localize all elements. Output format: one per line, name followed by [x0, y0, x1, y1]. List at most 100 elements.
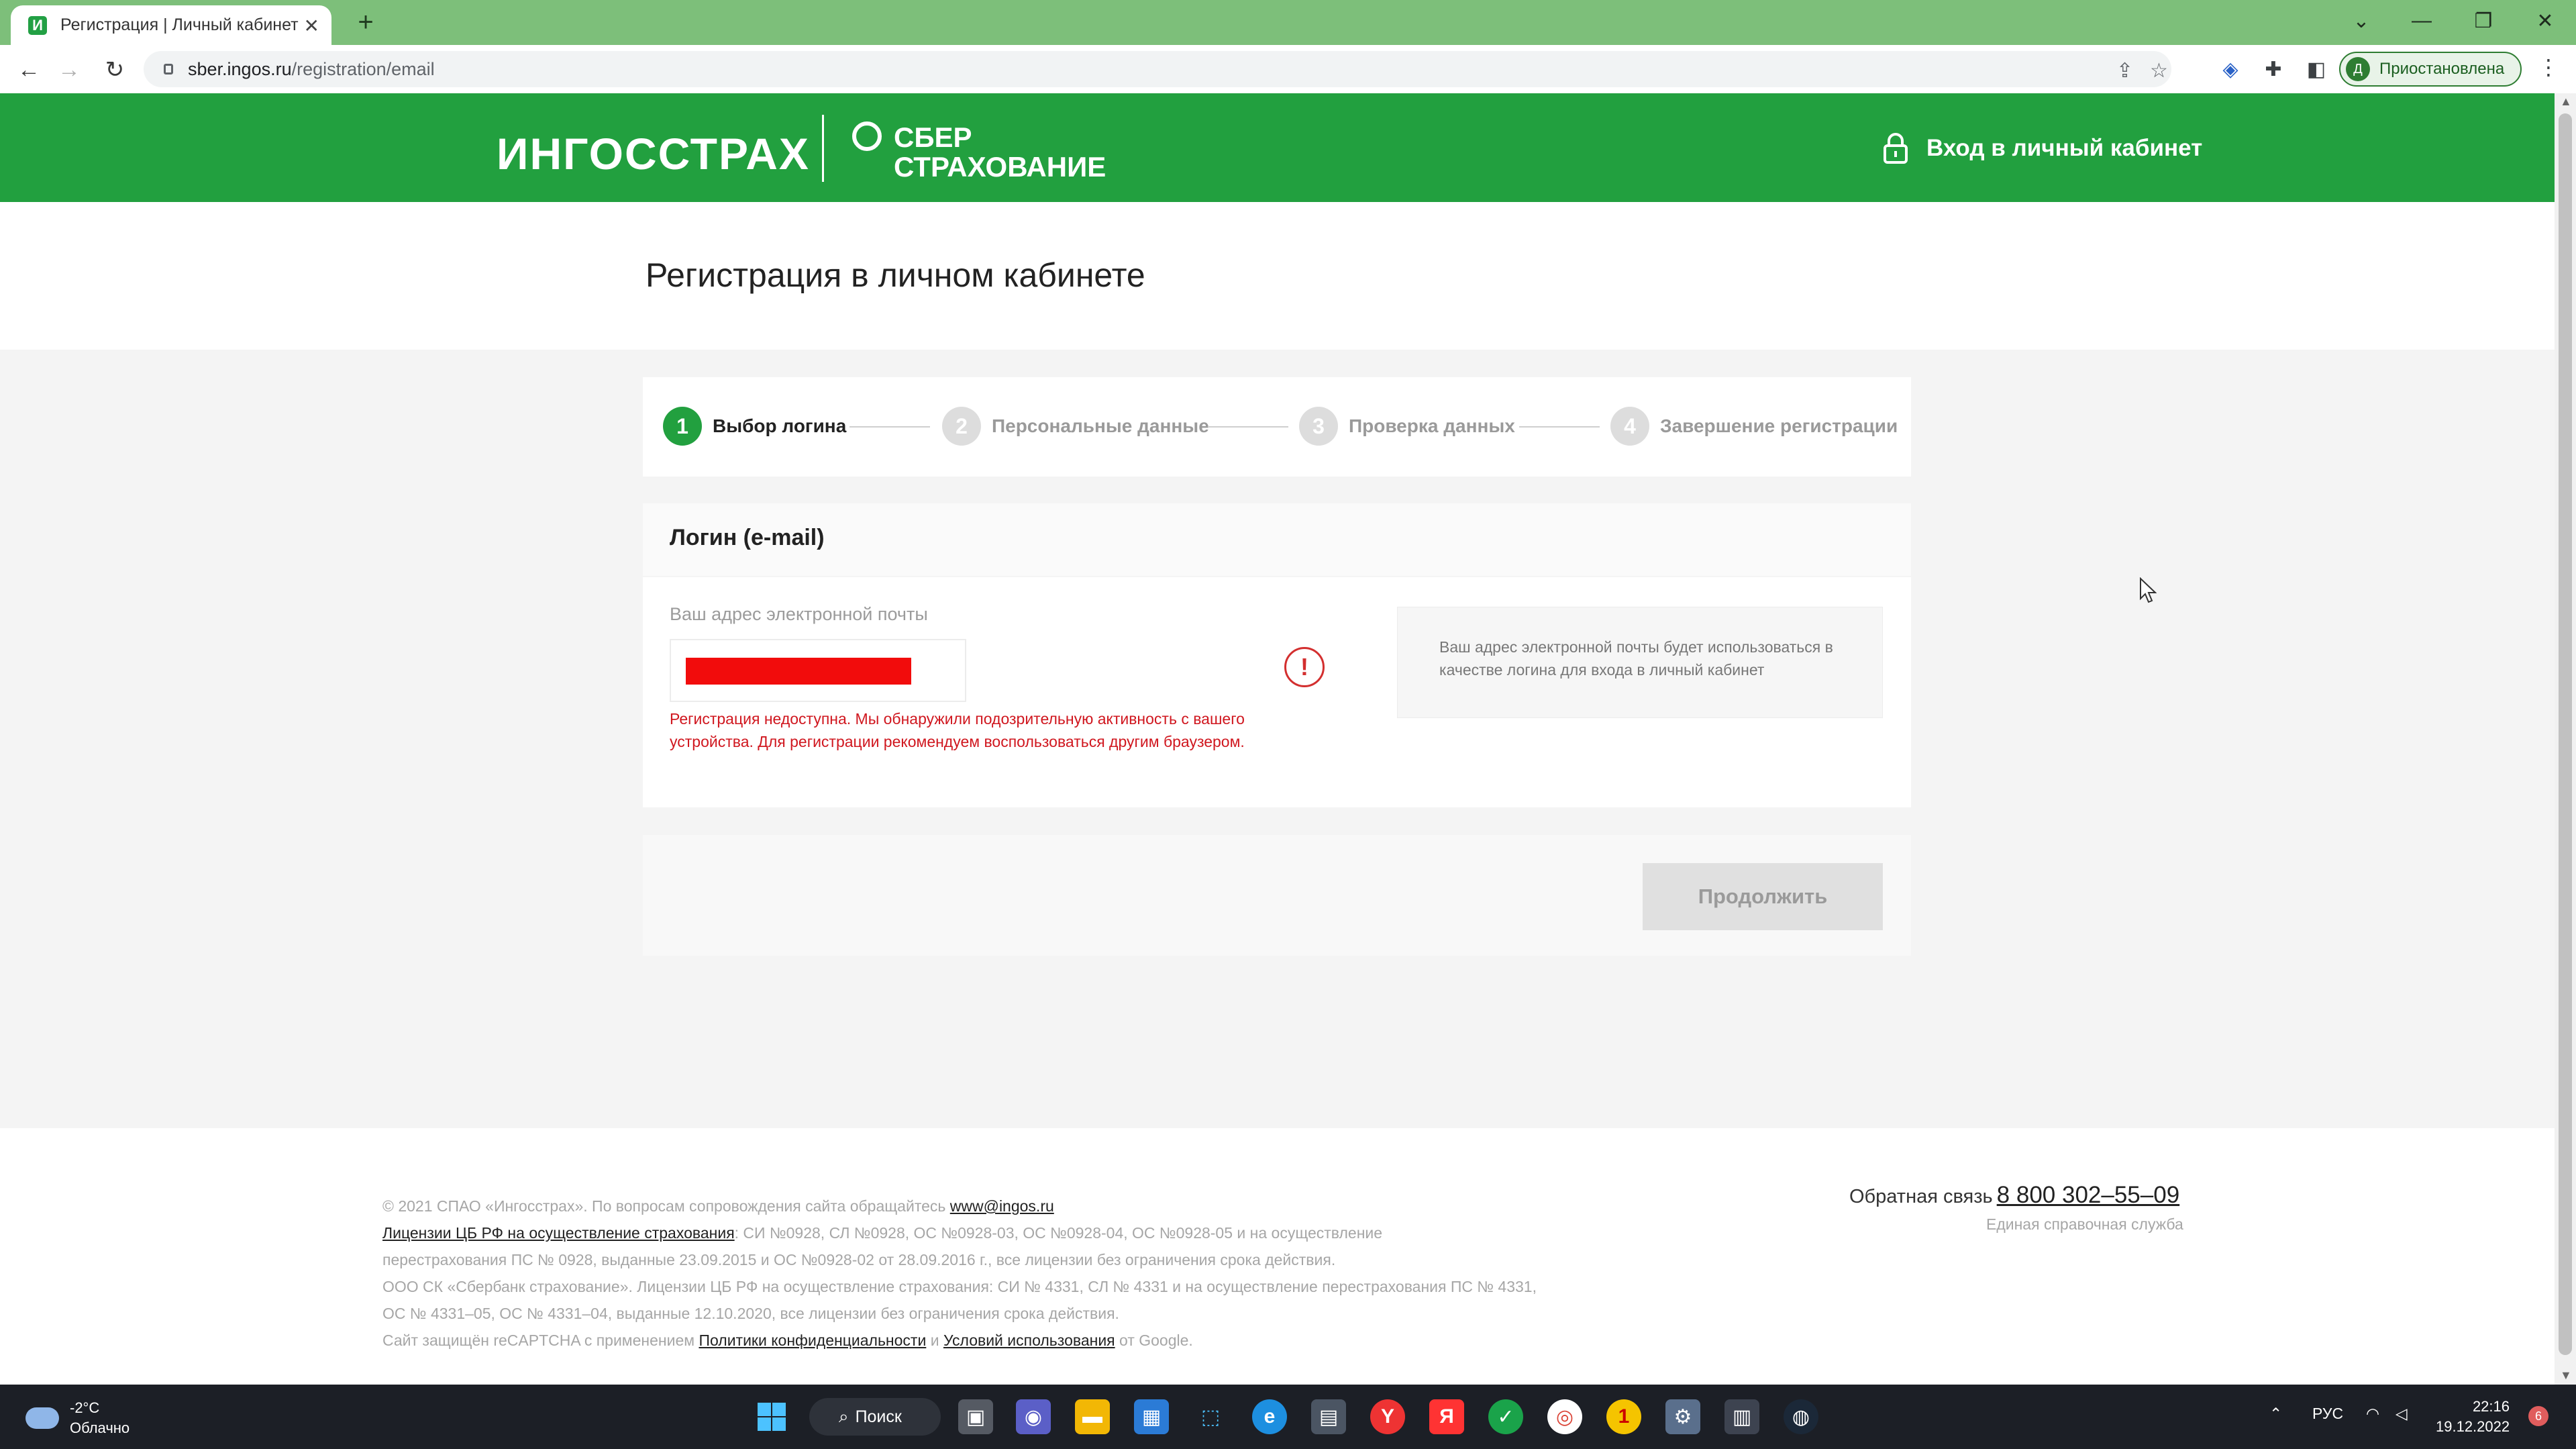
scroll-down-arrow-icon[interactable]: ▼ [2560, 1368, 2572, 1383]
step-1: 1 Выбор логина [663, 407, 846, 446]
restore-icon[interactable]: ❐ [2460, 4, 2507, 38]
extension-icon[interactable]: ◈ [2217, 56, 2244, 83]
email-field-label: Ваш адрес электронной почты [670, 604, 928, 624]
step-number: 4 [1610, 407, 1649, 446]
calendar-app-icon[interactable]: ▥ [1724, 1399, 1759, 1434]
microsoft-store-icon[interactable]: ▦ [1134, 1399, 1169, 1434]
step-label: Выбор логина [713, 415, 847, 436]
privacy-policy-link[interactable]: Политики конфиденциальности [699, 1332, 926, 1349]
login-link[interactable]: Вход в личный кабинет [1882, 132, 2202, 164]
profile-status: Приостановлена [2379, 60, 2505, 78]
redacted-email-value [686, 658, 911, 685]
sber-check-icon [852, 121, 882, 151]
title-band: Регистрация в личном кабинете [0, 202, 2555, 350]
phone-caption: Единая справочная служба [1986, 1215, 2183, 1233]
scroll-up-arrow-icon[interactable]: ▲ [2560, 95, 2572, 109]
taskbar-search[interactable]: ⌕ Поиск [809, 1398, 941, 1436]
windows-taskbar: -2°C Облачно ⌕ Поиск ▣ ◉ ▬ ▦ ⬚ e ▤ Y Я ✓… [0, 1385, 2576, 1449]
edge-browser-icon[interactable]: e [1252, 1399, 1287, 1434]
step-connector [1208, 426, 1288, 428]
step-connector [1519, 426, 1600, 428]
step-4: 4 Завершение регистрации [1610, 407, 1898, 446]
step-label: Персональные данные [992, 415, 1209, 436]
forward-arrow-icon[interactable]: → [54, 54, 85, 85]
avatar: Д [2346, 57, 2370, 81]
step-connector [849, 426, 930, 428]
bookmark-star-icon[interactable]: ☆ [2150, 59, 2168, 83]
browser-tab[interactable]: И Регистрация | Личный кабинет ✕ [11, 5, 331, 45]
new-tab-icon[interactable]: + [349, 5, 382, 39]
browser-tab-bar: И Регистрация | Личный кабинет ✕ + ⌄ — ❐… [0, 0, 2576, 45]
licenses-link[interactable]: Лицензии ЦБ РФ на осуществление страхова… [382, 1224, 735, 1242]
yandex-browser-icon[interactable]: Y [1370, 1399, 1405, 1434]
wifi-icon[interactable]: ◠ [2366, 1405, 2379, 1423]
support-email-link[interactable]: www@ingos.ru [950, 1197, 1054, 1215]
tab-search-chevron-icon[interactable]: ⌄ [2338, 4, 2385, 38]
step-2: 2 Персональные данные [942, 407, 1209, 446]
share-icon[interactable]: ⇪ [2116, 59, 2133, 83]
continue-button[interactable]: Продолжить [1643, 863, 1883, 930]
scroll-thumb[interactable] [2559, 113, 2572, 1355]
step-number: 2 [942, 407, 981, 446]
teams-chat-icon[interactable]: ◉ [1016, 1399, 1051, 1434]
step-label: Завершение регистрации [1660, 415, 1898, 436]
weather-condition: Облачно [70, 1419, 130, 1436]
calculator-icon[interactable]: ▤ [1311, 1399, 1346, 1434]
site-footer: © 2021 СПАО «Ингосстрах». По вопросам со… [0, 1128, 2555, 1385]
window-close-icon[interactable]: ✕ [2522, 4, 2569, 38]
phone-link[interactable]: 8 800 302–55–09 [1997, 1182, 2180, 1208]
mouse-cursor-icon [2140, 577, 2157, 603]
back-arrow-icon[interactable]: ← [13, 54, 44, 85]
yandex-icon[interactable]: Я [1429, 1399, 1464, 1434]
form-section-header: Логин (e-mail) [643, 503, 1911, 576]
steam-icon[interactable]: ◍ [1784, 1399, 1818, 1434]
weather-widget[interactable]: -2°C Облачно [25, 1398, 130, 1438]
site-header: ИНГОССТРАХ СБЕР СТРАХОВАНИЕ Вход в личны… [0, 93, 2555, 202]
feedback-contact: Обратная связь 8 800 302–55–09 [1849, 1182, 2180, 1208]
page-scrollbar[interactable]: ▲ ▼ [2555, 93, 2576, 1385]
terms-link[interactable]: Условий использования [943, 1332, 1115, 1349]
hint-box: Ваш адрес электронной почты будет исполь… [1397, 607, 1883, 718]
search-icon: ⌕ [839, 1406, 849, 1426]
extensions-puzzle-icon[interactable]: ✚ [2260, 56, 2287, 83]
secure-lock-icon[interactable] [164, 64, 173, 74]
lock-icon [1882, 132, 1909, 164]
tab-close-icon[interactable]: ✕ [304, 15, 319, 37]
file-explorer-icon[interactable]: ▬ [1075, 1399, 1110, 1434]
ingosstrakh-logo[interactable]: ИНГОССТРАХ [497, 128, 810, 179]
1c-icon[interactable]: 1 [1606, 1399, 1641, 1434]
login-link-label: Вход в личный кабинет [1926, 135, 2203, 161]
settings-gear-icon[interactable]: ⚙ [1665, 1399, 1700, 1434]
error-icon: ! [1284, 647, 1325, 687]
reload-icon[interactable]: ↻ [99, 54, 130, 85]
notification-badge[interactable]: 6 [2528, 1406, 2548, 1426]
site-favicon-icon: И [28, 15, 47, 35]
url-text: sber.ingos.ru/registration/email [188, 58, 435, 79]
browser-menu-icon[interactable]: ⋮ [2538, 54, 2559, 80]
snipping-tool-icon[interactable]: ⬚ [1193, 1399, 1228, 1434]
side-panel-icon[interactable]: ◧ [2303, 56, 2330, 83]
profile-button[interactable]: Д Приостановлена [2339, 52, 2522, 87]
address-bar[interactable]: sber.ingos.ru/registration/email ⇪ ☆ [144, 51, 2171, 87]
sberbank-icon[interactable]: ✓ [1488, 1399, 1523, 1434]
windows-start-icon[interactable] [754, 1399, 789, 1434]
email-field[interactable] [670, 639, 966, 702]
chrome-browser-icon[interactable]: ◎ [1547, 1399, 1582, 1434]
volume-icon[interactable]: ◁ [2395, 1405, 2408, 1423]
tray-chevron-up-icon[interactable]: ⌃ [2269, 1405, 2282, 1423]
page-title: Регистрация в личном кабинете [646, 256, 1145, 294]
step-label: Проверка данных [1349, 415, 1515, 436]
logo-divider [822, 115, 824, 182]
task-view-icon[interactable]: ▣ [958, 1399, 993, 1434]
minimize-icon[interactable]: — [2398, 4, 2445, 38]
language-indicator[interactable]: РУС [2312, 1405, 2343, 1423]
registration-stepper: 1 Выбор логина 2 Персональные данные 3 П… [643, 377, 1911, 477]
temperature: -2°C [70, 1399, 100, 1416]
hint-text: Ваш адрес электронной почты будет исполь… [1439, 638, 1833, 679]
form-section-title: Логин (e-mail) [670, 525, 825, 550]
system-clock[interactable]: 22:16 19.12.2022 [2436, 1397, 2510, 1437]
footer-legal-text: © 2021 СПАО «Ингосстрах». По вопросам со… [382, 1197, 1537, 1349]
tab-title: Регистрация | Личный кабинет [60, 15, 299, 34]
login-form: Ваш адрес электронной почты ! Регистраци… [643, 577, 1911, 807]
step-number: 1 [663, 407, 702, 446]
